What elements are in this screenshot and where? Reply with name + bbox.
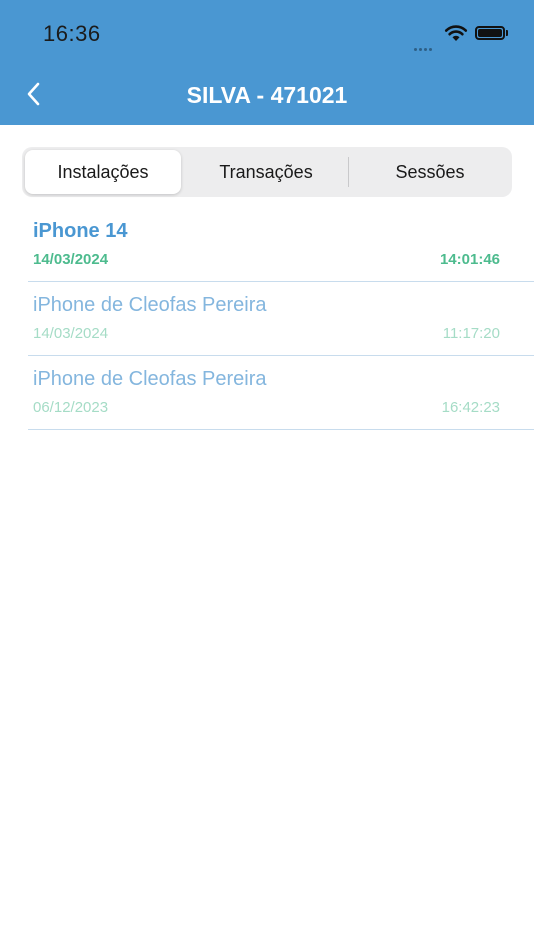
device-name: iPhone de Cleofas Pereira [33, 368, 267, 390]
cellular-signal-icon [414, 38, 434, 56]
tab-sessoes[interactable]: Sessões [350, 150, 510, 194]
install-date: 14/03/2024 [33, 251, 109, 268]
tab-transacoes[interactable]: Transações [186, 150, 346, 194]
battery-icon [475, 26, 505, 40]
list-item[interactable]: iPhone de Cleofas Pereira 14/03/2024 11:… [28, 282, 534, 356]
status-bar-time: 16:36 [43, 21, 101, 46]
installations-list: iPhone 14 14/03/2024 14:01:46 iPhone de … [0, 208, 534, 430]
install-date: 06/12/2023 [33, 399, 109, 416]
segmented-control: Instalações Transações Sessões [22, 147, 512, 197]
install-time: 16:42:23 [441, 399, 500, 416]
segment-divider [348, 157, 349, 187]
install-time: 14:01:46 [439, 251, 500, 268]
battery-cap [506, 30, 508, 36]
tab-instalacoes[interactable]: Instalações [25, 150, 181, 194]
install-date: 14/03/2024 [33, 325, 109, 342]
device-name: iPhone 14 [33, 220, 128, 242]
device-name: iPhone de Cleofas Pereira [33, 294, 267, 316]
wifi-icon [444, 25, 468, 41]
navigation-header: 16:36 SILVA - 471021 [0, 0, 534, 125]
list-item[interactable]: iPhone de Cleofas Pereira 06/12/2023 16:… [28, 356, 534, 430]
install-time: 11:17:20 [442, 325, 500, 342]
page-title: SILVA - 471021 [186, 82, 348, 108]
list-item[interactable]: iPhone 14 14/03/2024 14:01:46 [28, 208, 534, 282]
